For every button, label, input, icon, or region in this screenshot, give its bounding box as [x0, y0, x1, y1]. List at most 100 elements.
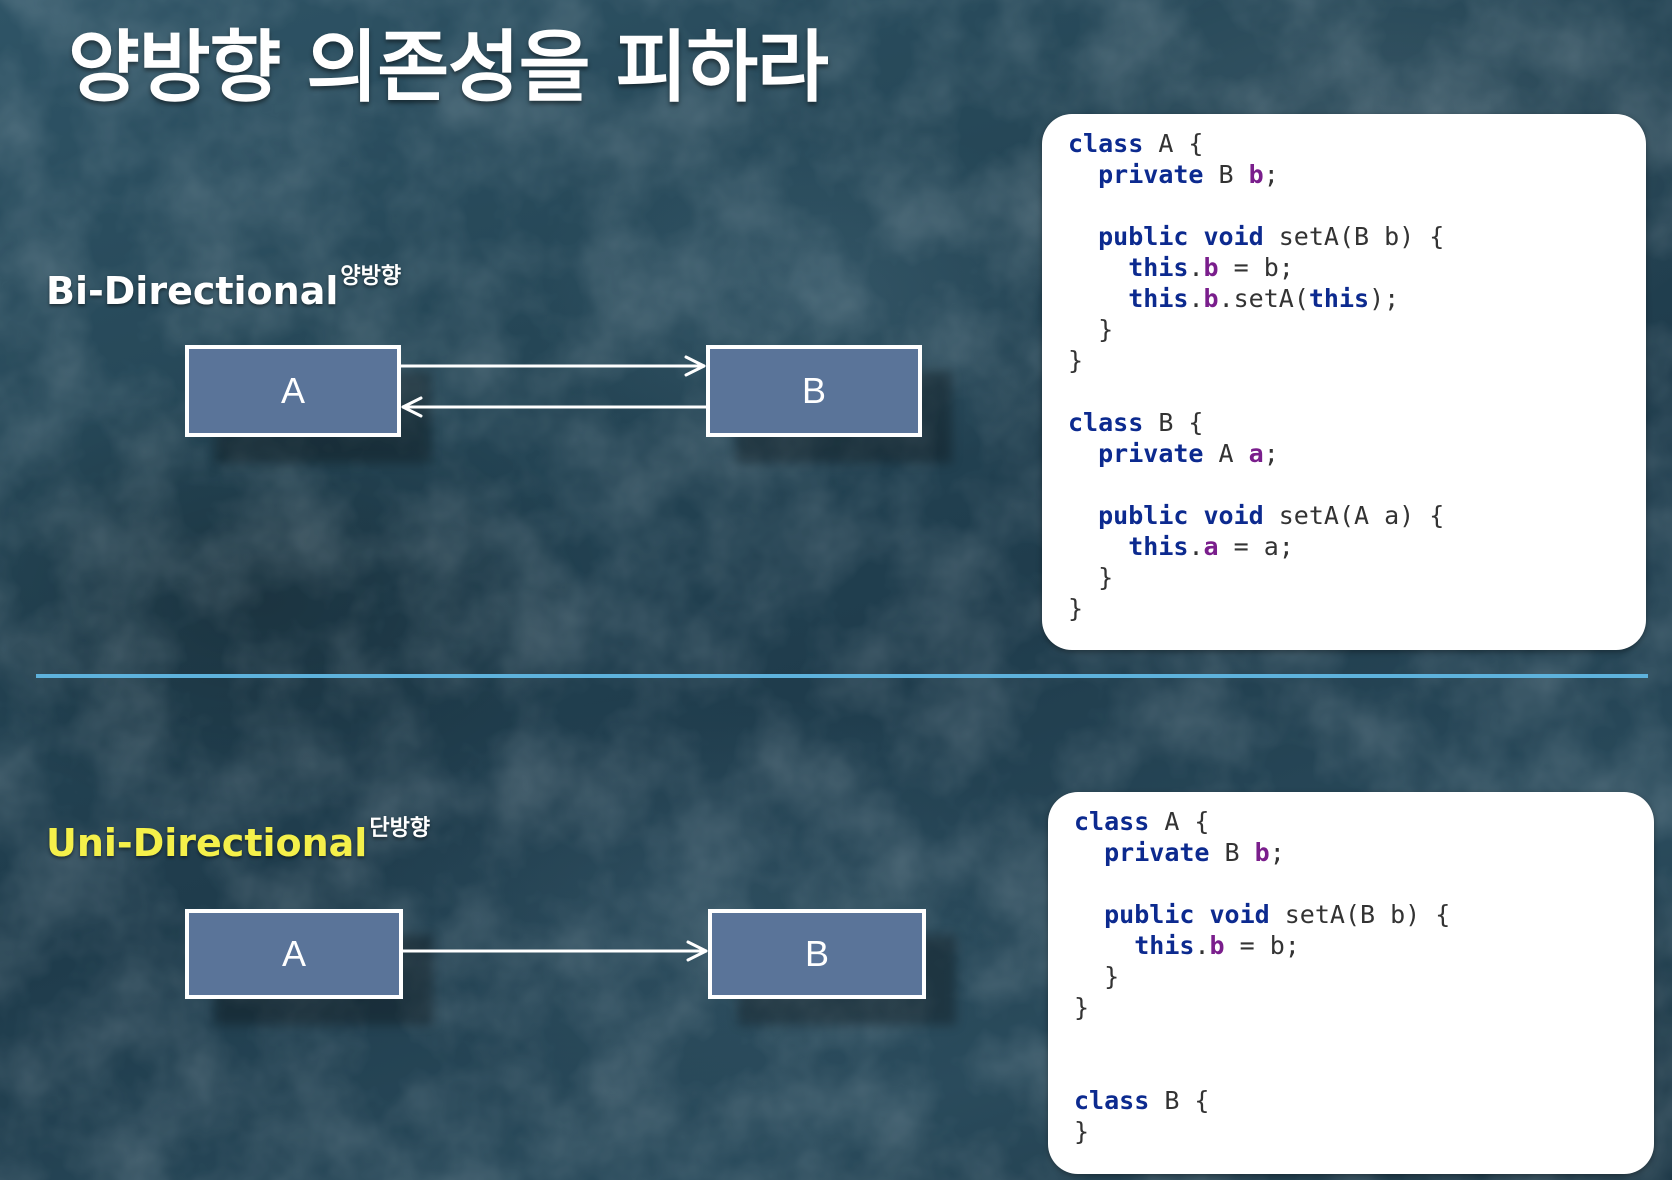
uni-class-a-box: A	[185, 909, 403, 999]
code-line: }	[1068, 314, 1646, 345]
slide-title: 양방향 의존성을 피하라	[68, 23, 829, 113]
code-field: a	[1248, 439, 1264, 468]
bi-arrow-b-to-a-head	[401, 396, 423, 418]
code-keyword: public	[1104, 900, 1195, 929]
code-keyword: class	[1074, 1086, 1150, 1115]
uni-arrow-a-to-b-head	[686, 940, 708, 962]
code-text: B {	[1149, 1086, 1210, 1115]
code-keyword: class	[1074, 807, 1150, 836]
code-text: = b;	[1218, 253, 1294, 282]
bi-directional-label-sup: 양방향	[340, 264, 402, 289]
code-text: B	[1203, 160, 1249, 189]
bi-class-a-box: A	[185, 345, 401, 437]
bi-directional-code: class A { private B b; public void setA(…	[1068, 128, 1646, 624]
code-keyword: void	[1209, 900, 1270, 929]
code-text: .setA(	[1218, 284, 1309, 313]
code-line: public void setA(A a) {	[1068, 500, 1646, 531]
code-keyword: this	[1308, 284, 1370, 313]
code-line: private A a;	[1068, 438, 1646, 469]
code-field: b	[1248, 160, 1264, 189]
code-text: .	[1188, 532, 1204, 561]
code-text: ;	[1263, 160, 1279, 189]
uni-directional-label-sup: 단방향	[369, 816, 431, 841]
code-keyword: class	[1068, 129, 1144, 158]
code-line: private B b;	[1074, 837, 1654, 868]
code-line: public void setA(B b) {	[1074, 899, 1654, 930]
code-text: );	[1369, 284, 1400, 313]
code-keyword: private	[1104, 838, 1210, 867]
code-text: }	[1068, 594, 1084, 623]
code-keyword: public	[1098, 222, 1189, 251]
bi-directional-code-card: class A { private B b; public void setA(…	[1042, 114, 1646, 650]
code-text: }	[1074, 1117, 1090, 1146]
code-text: = a;	[1218, 532, 1294, 561]
code-text: = b;	[1224, 931, 1300, 960]
code-line: }	[1074, 992, 1654, 1023]
code-line: class A {	[1074, 806, 1654, 837]
code-keyword: class	[1068, 408, 1144, 437]
code-line: }	[1068, 593, 1646, 624]
code-text: }	[1068, 315, 1114, 344]
uni-class-b-box: B	[708, 909, 926, 999]
uni-directional-label-text: Uni-Directional	[46, 821, 368, 865]
code-keyword: this	[1128, 253, 1189, 282]
code-text: .	[1188, 284, 1204, 313]
code-keyword: private	[1098, 439, 1204, 468]
code-line: class B {	[1068, 407, 1646, 438]
code-keyword: private	[1098, 160, 1204, 189]
code-line: this.a = a;	[1068, 531, 1646, 562]
bi-directional-label-text: Bi-Directional	[46, 269, 339, 313]
code-text: }	[1074, 962, 1120, 991]
code-text: A {	[1143, 129, 1204, 158]
code-text: }	[1068, 346, 1084, 375]
code-line: this.b = b;	[1068, 252, 1646, 283]
code-text: setA(A a) {	[1263, 501, 1445, 530]
code-line: private B b;	[1068, 159, 1646, 190]
uni-directional-label: Uni-Directional단방향	[46, 818, 430, 865]
bi-directional-label: Bi-Directional양방향	[46, 266, 401, 313]
bi-arrow-a-to-b-head	[684, 355, 706, 377]
code-field: b	[1203, 284, 1219, 313]
code-text: A	[1203, 439, 1249, 468]
code-line: class A {	[1068, 128, 1646, 159]
code-line: }	[1074, 961, 1654, 992]
slide: 양방향 의존성을 피하라 Bi-Directional양방향 A B Uni-D…	[0, 0, 1672, 1180]
code-line: this.b.setA(this);	[1068, 283, 1646, 314]
code-text: }	[1068, 563, 1114, 592]
code-line: }	[1068, 345, 1646, 376]
code-text: .	[1188, 253, 1204, 282]
code-field: b	[1203, 253, 1219, 282]
code-keyword: void	[1203, 222, 1264, 251]
code-keyword: this	[1134, 931, 1195, 960]
code-keyword: public	[1098, 501, 1189, 530]
code-line: this.b = b;	[1074, 930, 1654, 961]
code-text: ;	[1269, 838, 1285, 867]
code-keyword: this	[1128, 284, 1189, 313]
code-line: public void setA(B b) {	[1068, 221, 1646, 252]
code-field: b	[1209, 931, 1225, 960]
code-text: setA(B b) {	[1263, 222, 1445, 251]
code-text: .	[1194, 931, 1210, 960]
code-line: class B {	[1074, 1085, 1654, 1116]
code-text: B	[1209, 838, 1255, 867]
code-line: }	[1068, 562, 1646, 593]
code-text: ;	[1263, 439, 1279, 468]
uni-directional-code: class A { private B b; public void setA(…	[1074, 806, 1654, 1147]
